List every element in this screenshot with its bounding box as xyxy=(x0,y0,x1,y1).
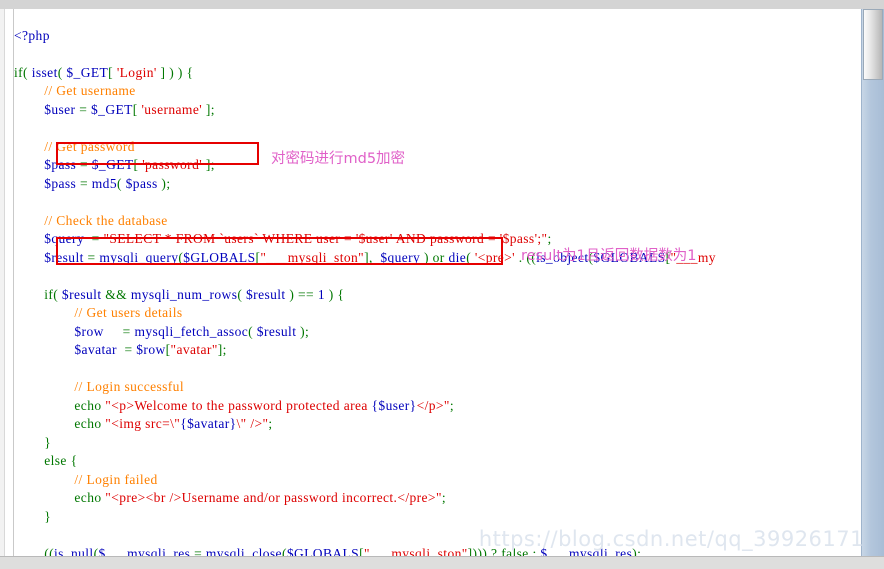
left-gutter xyxy=(0,9,14,557)
code-line: $query = "SELECT * FROM `users` WHERE us… xyxy=(44,231,552,246)
code-line: if( isset( $_GET[ 'Login' ] ) ) { xyxy=(14,64,194,80)
code-line: $user = $_GET[ 'username' ]; xyxy=(44,101,215,117)
code-line-1: <?php xyxy=(14,27,50,43)
vertical-scrollbar[interactable] xyxy=(861,9,884,557)
code-line: $row = mysqli_fetch_assoc( $result ); xyxy=(74,323,310,339)
code-line: else { xyxy=(44,453,78,468)
vertical-scrollbar-thumb[interactable] xyxy=(863,9,883,80)
code-line: // Login successful xyxy=(14,379,184,394)
code-line-result-check: if( $result && mysqli_num_rows( $result … xyxy=(44,286,345,302)
annotation-md5: 对密码进行md5加密 xyxy=(271,151,406,167)
left-gutter-strip xyxy=(0,9,5,557)
code-line: } xyxy=(14,434,52,450)
code-line: // Get username xyxy=(14,83,136,98)
code-viewer-window: <?php if( isset( $_GET[ 'Login' ] ) ) { … xyxy=(0,0,884,569)
code-line: $avatar = $row["avatar"]; xyxy=(74,342,227,357)
code-line: echo "<img src=\"{$avatar}\" />"; xyxy=(74,416,273,431)
vertical-scrollbar-track[interactable] xyxy=(862,9,884,557)
watermark: https://blog.csdn.net/qq_39926171 xyxy=(478,527,864,551)
code-line: $pass = $_GET[ 'password' ]; xyxy=(44,157,215,172)
annotation-result-check: result为1且返回数据数为1 xyxy=(521,248,697,264)
code-line: $result = mysqli_query($GLOBALS["___mysq… xyxy=(44,249,716,265)
code-line: // Login failed xyxy=(14,471,158,487)
code-line: } xyxy=(14,508,52,524)
window-bottom-bar xyxy=(0,556,884,569)
code-line: echo "<p>Welcome to the password protect… xyxy=(74,397,454,413)
php-source-code: <?php if( isset( $_GET[ 'Login' ] ) ) { … xyxy=(14,27,862,558)
window-top-bar xyxy=(0,0,884,9)
code-pane[interactable]: <?php if( isset( $_GET[ 'Login' ] ) ) { … xyxy=(14,9,862,557)
code-line: // Get users details xyxy=(14,305,183,320)
code-line: // Get password xyxy=(14,138,135,154)
code-line-md5: $pass = md5( $pass ); xyxy=(44,175,171,191)
code-line: echo "<pre><br />Username and/or passwor… xyxy=(74,490,447,505)
code-line: <?php xyxy=(14,27,862,46)
code-line: // Check the database xyxy=(14,212,168,228)
